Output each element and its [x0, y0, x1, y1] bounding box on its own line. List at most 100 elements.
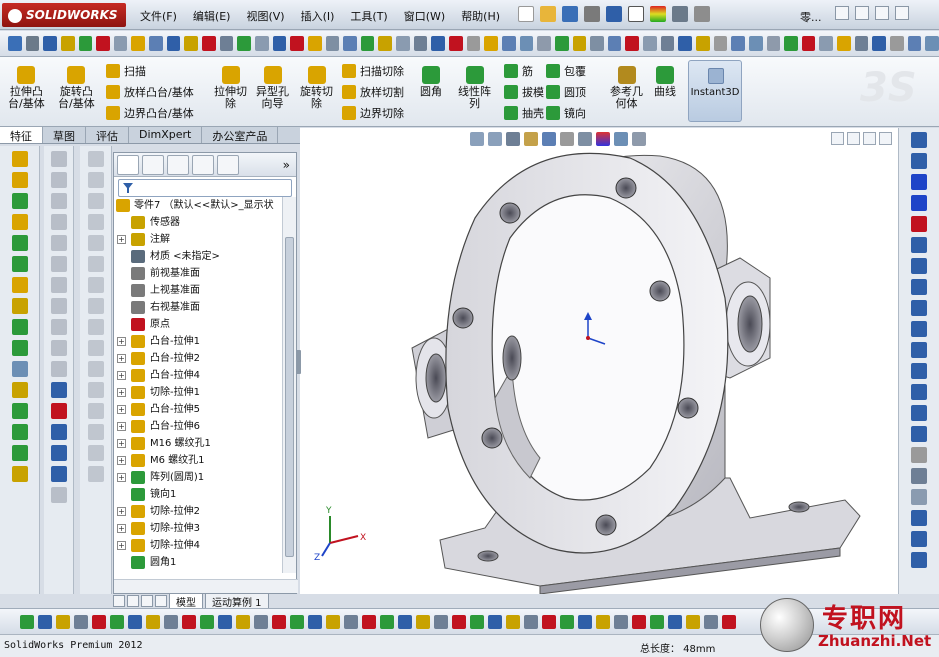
- ribbon-small-button-9[interactable]: 包覆: [546, 63, 586, 79]
- standard-tool-30-icon[interactable]: [537, 36, 551, 51]
- selection-filter-33-icon[interactable]: [614, 614, 628, 629]
- ribbon-small-button-10[interactable]: 圆顶: [546, 84, 586, 100]
- expand-toggle-icon[interactable]: +: [117, 337, 126, 346]
- selection-filter-26-icon[interactable]: [488, 614, 502, 629]
- selection-filter-17-icon[interactable]: [326, 614, 340, 629]
- rstrip-tool-9-icon[interactable]: [911, 321, 927, 337]
- property-manager-tab-icon[interactable]: [142, 154, 164, 175]
- feature-tree-item[interactable]: + M6 螺纹孔1: [114, 452, 282, 469]
- command-tab-4[interactable]: 办公室产品: [202, 127, 279, 143]
- standard-tool-20-icon[interactable]: [360, 36, 375, 51]
- minimize-button[interactable]: [855, 6, 869, 20]
- expand-toggle-icon[interactable]: +: [117, 388, 126, 397]
- menu-item-6[interactable]: 帮助(H): [453, 8, 508, 24]
- file-properties-icon[interactable]: [672, 6, 688, 22]
- scrollbar-thumb[interactable]: [285, 237, 294, 557]
- standard-tool-9-icon[interactable]: [166, 36, 181, 51]
- selection-filter-29-icon[interactable]: [542, 614, 556, 629]
- strip1-tool-9-icon[interactable]: [11, 340, 28, 356]
- strip1-tool-3-icon[interactable]: [11, 214, 28, 230]
- standard-tool-28-icon[interactable]: [501, 36, 516, 51]
- strip3-tool-7-icon[interactable]: [87, 298, 104, 314]
- expand-toggle-icon[interactable]: +: [117, 354, 126, 363]
- ribbon-small-button-0[interactable]: 扫描: [106, 63, 146, 79]
- selection-filter-21-icon[interactable]: [398, 614, 412, 629]
- standard-tool-43-icon[interactable]: [766, 36, 781, 51]
- feature-tree-item[interactable]: 镜向1: [114, 486, 282, 503]
- strip1-tool-7-icon[interactable]: [11, 298, 28, 314]
- selection-filter-37-icon[interactable]: [686, 614, 700, 629]
- feature-tree-item[interactable]: + 切除-拉伸4: [114, 537, 282, 554]
- rstrip-tool-0-icon[interactable]: [911, 132, 927, 148]
- display-manager-tab-icon[interactable]: [217, 154, 239, 175]
- standard-tool-25-icon[interactable]: [449, 36, 463, 51]
- strip2-tool-4-icon[interactable]: [50, 235, 67, 251]
- strip3-tool-0-icon[interactable]: [87, 151, 104, 167]
- feature-tree-item[interactable]: 传感器: [114, 214, 282, 231]
- ribbon-button-8[interactable]: 曲线: [654, 66, 676, 98]
- standard-tool-52-icon[interactable]: [925, 36, 939, 51]
- open-folder-icon[interactable]: [540, 6, 556, 22]
- selection-filter-11-icon[interactable]: [218, 614, 232, 629]
- panel-splitter-handle[interactable]: [296, 350, 301, 374]
- standard-tool-36-icon[interactable]: [643, 36, 657, 51]
- standard-tool-44-icon[interactable]: [784, 36, 798, 51]
- pump-housing-part[interactable]: [411, 152, 861, 594]
- strip2-tool-10-icon[interactable]: [50, 361, 67, 377]
- standard-tool-49-icon[interactable]: [872, 36, 887, 51]
- ribbon-button-0[interactable]: 拉伸凸 台/基体: [8, 66, 45, 110]
- selection-filter-35-icon[interactable]: [650, 614, 664, 629]
- selection-filter-12-icon[interactable]: [236, 614, 250, 629]
- ribbon-button-2[interactable]: 拉伸切 除: [214, 66, 247, 110]
- strip3-tool-14-icon[interactable]: [87, 445, 104, 461]
- ribbon-small-button-1[interactable]: 放样凸台/基体: [106, 84, 194, 100]
- 3d-model-view[interactable]: Y X Z: [300, 128, 898, 594]
- feature-tree-item[interactable]: + 凸台-拉伸2: [114, 350, 282, 367]
- feature-tree-scrollbar[interactable]: [282, 197, 296, 573]
- strip1-tool-10-icon[interactable]: [11, 361, 28, 377]
- close-button[interactable]: [895, 6, 909, 20]
- tab-motion-study[interactable]: 运动算例 1: [205, 592, 269, 610]
- selection-filter-30-icon[interactable]: [560, 614, 574, 629]
- standard-tool-22-icon[interactable]: [396, 36, 410, 51]
- ribbon-small-button-6[interactable]: 筋: [504, 63, 533, 79]
- selection-filter-20-icon[interactable]: [380, 614, 394, 629]
- command-tab-1[interactable]: 草图: [43, 127, 86, 143]
- selection-filter-22-icon[interactable]: [416, 614, 430, 629]
- solidworks-logo[interactable]: SOLIDWORKS: [2, 3, 126, 27]
- selection-filter-28-icon[interactable]: [524, 614, 538, 629]
- ribbon-button-4[interactable]: 旋转切 除: [300, 66, 333, 110]
- rstrip-tool-11-icon[interactable]: [911, 363, 927, 379]
- standard-tool-42-icon[interactable]: [748, 36, 763, 51]
- strip3-tool-9-icon[interactable]: [87, 340, 104, 356]
- expand-toggle-icon[interactable]: +: [117, 371, 126, 380]
- dimxpert-tab-icon[interactable]: [192, 154, 214, 175]
- standard-tool-29-icon[interactable]: [519, 36, 534, 51]
- help-icon[interactable]: [835, 6, 849, 20]
- selection-filter-19-icon[interactable]: [362, 614, 376, 629]
- strip1-tool-5-icon[interactable]: [11, 256, 28, 272]
- ribbon-small-button-2[interactable]: 边界凸台/基体: [106, 105, 194, 121]
- graphics-area[interactable]: Y X Z: [300, 128, 898, 594]
- feature-tree-item[interactable]: + 阵列(圆周)1: [114, 469, 282, 486]
- strip1-tool-2-icon[interactable]: [11, 193, 28, 209]
- select-cursor-icon[interactable]: [628, 6, 644, 22]
- menu-item-3[interactable]: 插入(I): [293, 8, 343, 24]
- strip2-tool-3-icon[interactable]: [50, 214, 67, 230]
- standard-tool-24-icon[interactable]: [431, 36, 446, 51]
- rstrip-tool-4-icon[interactable]: [911, 216, 927, 232]
- strip2-tool-11-icon[interactable]: [50, 382, 67, 398]
- rstrip-tool-15-icon[interactable]: [911, 447, 927, 463]
- standard-tool-31-icon[interactable]: [554, 36, 569, 51]
- print-icon[interactable]: [584, 6, 600, 22]
- command-tab-3[interactable]: DimXpert: [129, 127, 203, 143]
- menu-item-2[interactable]: 视图(V): [238, 8, 292, 24]
- selection-filter-32-icon[interactable]: [596, 614, 610, 629]
- strip3-tool-2-icon[interactable]: [87, 193, 104, 209]
- tab-model[interactable]: 模型: [169, 592, 203, 610]
- standard-tool-7-icon[interactable]: [131, 36, 146, 51]
- rstrip-tool-19-icon[interactable]: [911, 531, 927, 547]
- rstrip-tool-6-icon[interactable]: [911, 258, 927, 274]
- standard-tool-2-icon[interactable]: [43, 36, 57, 51]
- standard-tool-38-icon[interactable]: [678, 36, 692, 51]
